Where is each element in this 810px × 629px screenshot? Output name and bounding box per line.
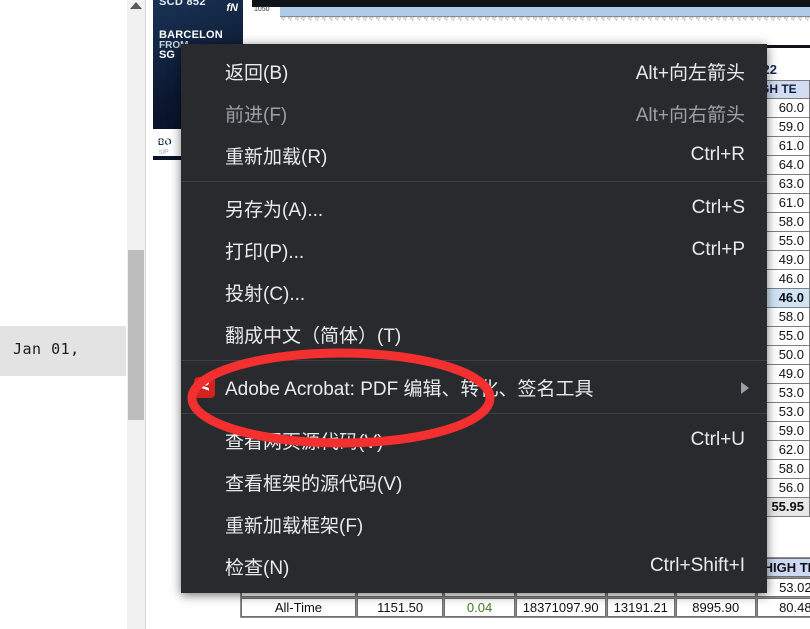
- chart-top-clip: [252, 0, 810, 7]
- menu-separator: [181, 413, 767, 414]
- screenshot-root: Jan 01, SCD 852 fN BARCELON FROM SG BO *…: [0, 0, 810, 629]
- menu-item-shortcut: Ctrl+S: [691, 197, 745, 218]
- scroll-up-arrow-icon[interactable]: [130, 2, 142, 9]
- menu-item-label: 打印(P)...: [225, 241, 305, 263]
- date-label-band: Jan 01,: [0, 326, 126, 376]
- menu-separator: [181, 181, 767, 182]
- menu-item-forward: 前进(F) Alt+向右箭头: [181, 92, 767, 134]
- ad-footer-text: *C siP: [159, 139, 170, 157]
- menu-item-label: 投射(C)...: [225, 283, 306, 305]
- menu-item-label: 重新加载(R): [225, 146, 328, 168]
- chart-series-band: [280, 7, 810, 16]
- menu-item-label: 检查(N): [225, 557, 290, 579]
- menu-item-reload-frame[interactable]: 重新加载框架(F): [181, 503, 767, 545]
- chart-y-axis-top-label: 1050: [254, 6, 270, 13]
- menu-item-translate[interactable]: 翻成中文（简体）(T): [181, 313, 767, 355]
- date-label-text: Jan 01,: [13, 340, 80, 358]
- browser-context-menu[interactable]: 返回(B) Alt+向左箭头前进(F) Alt+向右箭头重新加载(R) Ctrl+R 另…: [181, 44, 767, 593]
- menu-item-print[interactable]: 打印(P)... Ctrl+P: [181, 229, 767, 271]
- menu-item-view-frame-source[interactable]: 查看框架的源代码(V): [181, 461, 767, 503]
- vertical-scrollbar[interactable]: [127, 0, 146, 629]
- menu-item-label: 查看框架的源代码(V): [225, 473, 403, 495]
- menu-item-label: 前进(F): [225, 104, 288, 126]
- ad-brand-mark: fN: [226, 2, 238, 14]
- menu-item-shortcut: Ctrl+U: [690, 429, 745, 450]
- menu-separator: [181, 360, 767, 361]
- averages-cell: 0.04: [444, 598, 515, 617]
- menu-item-label: Adobe Acrobat: PDF 编辑、转化、签名工具: [225, 378, 594, 400]
- menu-item-label: 翻成中文（简体）(T): [225, 325, 402, 347]
- menu-item-save-as[interactable]: 另存为(A)... Ctrl+S: [181, 187, 767, 229]
- timeseries-chart: 1050 2021-01-012021-02-022021-03-032021-…: [252, 0, 810, 48]
- menu-item-label: 另存为(A)...: [225, 199, 324, 221]
- menu-item-label: 重新加载框架(F): [225, 515, 364, 537]
- menu-item-shortcut: Ctrl+R: [690, 144, 745, 165]
- averages-cell: 13191.21: [606, 598, 675, 617]
- menu-item-view-page-source[interactable]: 查看网页源代码(V) Ctrl+U: [181, 419, 767, 461]
- scrollbar-thumb[interactable]: [128, 250, 144, 420]
- averages-cell: 80.48: [756, 598, 810, 617]
- averages-table-row: All-Time 1151.50 0.04 18371097.90 13191.21 89…: [241, 598, 810, 617]
- chart-x-tick-labels: 2021-01-012021-02-022021-03-032021-04-04…: [280, 17, 810, 47]
- menu-item-label: 返回(B): [225, 62, 289, 84]
- menu-item-adobe-acrobat[interactable]: Adobe Acrobat: PDF 编辑、转化、签名工具: [181, 366, 767, 408]
- menu-item-back[interactable]: 返回(B) Alt+向左箭头: [181, 50, 767, 92]
- averages-cell: 18371097.90: [515, 598, 606, 617]
- chevron-right-icon: [741, 382, 749, 394]
- ad-headline-3: SG: [159, 49, 175, 61]
- ad-top-text: SCD 852: [159, 0, 206, 8]
- menu-item-shortcut: Alt+向右箭头: [635, 104, 745, 126]
- menu-item-cast[interactable]: 投射(C)...: [181, 271, 767, 313]
- menu-item-shortcut: Alt+向左箭头: [635, 62, 745, 84]
- menu-item-label: 查看网页源代码(V): [225, 431, 384, 453]
- menu-item-shortcut: Ctrl+P: [691, 239, 745, 260]
- averages-cell: All-Time: [241, 598, 356, 617]
- menu-item-reload[interactable]: 重新加载(R) Ctrl+R: [181, 134, 767, 176]
- menu-item-shortcut: Ctrl+Shift+I: [649, 555, 745, 576]
- page-left-gutter: [0, 0, 126, 629]
- averages-cell: 1151.50: [356, 598, 444, 617]
- adobe-acrobat-icon: [194, 377, 215, 398]
- menu-item-inspect[interactable]: 检查(N) Ctrl+Shift+I: [181, 545, 767, 587]
- ad-footer-sub: siP: [159, 149, 169, 156]
- averages-cell: 8995.90: [675, 598, 756, 617]
